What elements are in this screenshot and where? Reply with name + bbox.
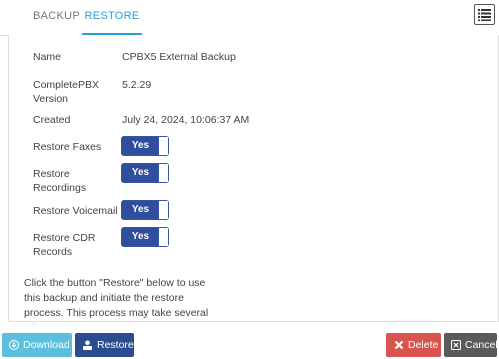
- download-label: Download: [23, 339, 70, 351]
- restore-button[interactable]: Restore: [75, 333, 134, 357]
- cancel-label: Cancel: [465, 339, 498, 351]
- delete-label: Delete: [408, 339, 439, 351]
- restore-voicemail-label: Restore Voicemail: [33, 205, 118, 217]
- toggle-knob: [158, 164, 168, 182]
- list-icon: [478, 9, 491, 21]
- restore-faxes-toggle[interactable]: Yes: [121, 136, 169, 156]
- toggle-knob: [158, 201, 168, 219]
- created-label: Created: [33, 114, 71, 126]
- toggle-yes: Yes: [122, 228, 159, 246]
- download-icon: [9, 340, 19, 350]
- toggle-yes: Yes: [122, 201, 159, 219]
- version-label: CompletePBX Version: [33, 79, 99, 105]
- name-label: Name: [33, 51, 62, 63]
- version-value: 5.2.29: [122, 79, 152, 91]
- close-icon: [394, 340, 404, 350]
- tab-restore[interactable]: RESTORE: [82, 0, 142, 35]
- toggle-knob: [158, 137, 168, 155]
- restore-label: Restore: [97, 339, 134, 351]
- restore-faxes-label: Restore Faxes: [33, 141, 102, 153]
- cancel-button[interactable]: Cancel: [444, 333, 498, 357]
- toggle-knob: [158, 228, 168, 246]
- cancel-icon: [451, 340, 461, 350]
- list-view-button[interactable]: [474, 4, 495, 25]
- created-value: July 24, 2024, 10:06:37 AM: [122, 114, 250, 126]
- restore-cdr-label: Restore CDR Records: [33, 232, 96, 258]
- toggle-yes: Yes: [122, 137, 159, 155]
- restore-recordings-label: Restore Recordings: [33, 168, 87, 194]
- name-value: CPBX5 External Backup: [122, 51, 236, 63]
- restore-recordings-toggle[interactable]: Yes: [121, 163, 169, 183]
- restore-voicemail-toggle[interactable]: Yes: [121, 200, 169, 220]
- download-button[interactable]: Download: [2, 333, 72, 357]
- restore-icon: [83, 340, 92, 350]
- restore-cdr-toggle[interactable]: Yes: [121, 227, 169, 247]
- toggle-yes: Yes: [122, 164, 159, 182]
- tab-bar: BACKUP RESTORE: [0, 0, 499, 36]
- delete-button[interactable]: Delete: [386, 333, 441, 357]
- tab-backup[interactable]: BACKUP: [33, 0, 80, 34]
